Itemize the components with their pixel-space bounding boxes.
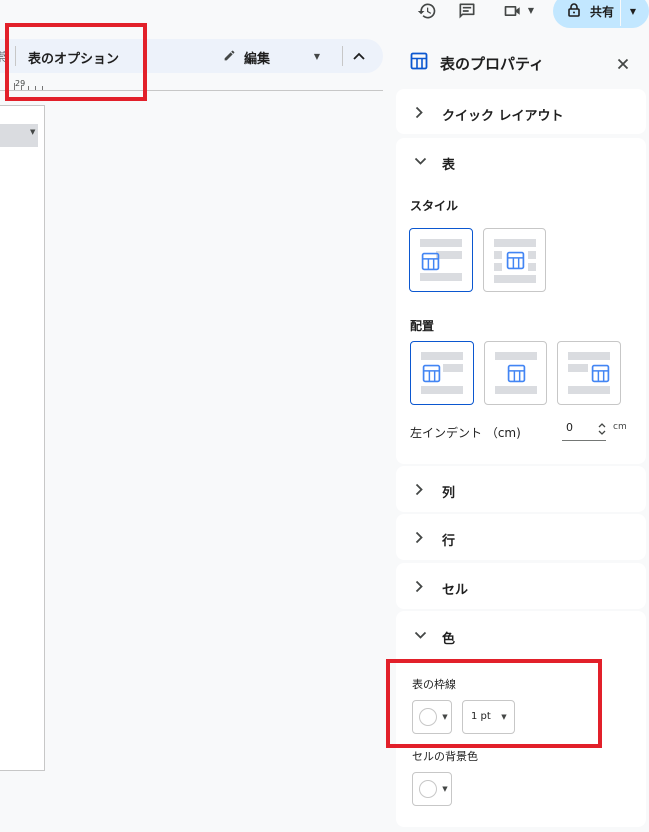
align-center-option[interactable] xyxy=(484,341,547,405)
cell-dropdown-icon[interactable]: ▼ xyxy=(30,128,35,136)
left-indent-value: 0 xyxy=(566,421,573,434)
lock-icon xyxy=(567,2,581,18)
alignment-label: 配置 xyxy=(410,319,435,333)
cell-bg-color-picker[interactable]: ▼ xyxy=(412,772,452,806)
document-page[interactable] xyxy=(0,105,45,771)
highlight-box-table-options xyxy=(5,23,147,101)
cell-bg-label: セルの背景色 xyxy=(412,750,478,763)
chevron-right-icon xyxy=(412,104,426,120)
table-label: 表 xyxy=(442,158,456,173)
style-option-2[interactable] xyxy=(483,228,546,292)
table-icon xyxy=(420,251,440,271)
quick-layout-section[interactable]: クイック レイアウト xyxy=(396,89,646,134)
chevron-down-icon[interactable] xyxy=(412,628,428,642)
style-option-1[interactable] xyxy=(409,228,473,292)
chevron-right-icon xyxy=(412,529,426,545)
table-section: 表 スタイル 配置 左インデント （cm) 0 cm xyxy=(396,138,646,464)
style-label: スタイル xyxy=(410,199,459,213)
history-icon[interactable] xyxy=(412,0,442,22)
chevron-right-icon xyxy=(412,481,426,497)
color-swatch xyxy=(419,780,437,798)
panel-title: 表のプロパティ xyxy=(440,55,545,73)
row-section[interactable]: 行 xyxy=(396,514,646,560)
comment-icon[interactable] xyxy=(452,0,482,22)
chevron-up-icon[interactable] xyxy=(350,47,368,65)
row-label: 行 xyxy=(442,534,456,549)
share-button[interactable]: 共有 ▼ xyxy=(553,0,649,28)
cell-label: セル xyxy=(442,583,469,598)
table-icon xyxy=(410,52,428,70)
share-label: 共有 xyxy=(590,5,615,19)
column-label: 列 xyxy=(442,486,456,501)
align-right-option[interactable] xyxy=(557,341,621,405)
indent-unit: cm xyxy=(613,422,627,432)
edit-dropdown-icon[interactable]: ▼ xyxy=(310,49,324,63)
quick-layout-label: クイック レイアウト xyxy=(442,109,564,124)
chevron-down-icon[interactable] xyxy=(412,154,428,168)
meet-dropdown-icon[interactable]: ▼ xyxy=(524,3,538,17)
highlight-box-border xyxy=(386,659,602,748)
cell-section[interactable]: セル xyxy=(396,563,646,609)
color-label: 色 xyxy=(442,632,456,647)
pencil-icon xyxy=(222,48,236,62)
indent-stepper-icon[interactable] xyxy=(597,420,607,438)
close-icon[interactable] xyxy=(614,55,632,73)
share-divider xyxy=(620,0,621,26)
column-section[interactable]: 列 xyxy=(396,466,646,512)
table-icon xyxy=(506,363,526,383)
edit-mode-button[interactable]: 編集 xyxy=(244,48,270,67)
dropdown-arrow-icon: ▼ xyxy=(442,785,448,793)
left-indent-label: 左インデント （cm) xyxy=(410,426,521,440)
table-icon xyxy=(505,250,525,270)
toolbar-separator-2 xyxy=(342,46,343,66)
table-icon xyxy=(421,363,441,383)
share-dropdown-icon[interactable]: ▼ xyxy=(623,4,643,18)
table-icon xyxy=(590,363,610,383)
align-left-option[interactable] xyxy=(410,341,474,405)
chevron-right-icon xyxy=(412,578,426,594)
